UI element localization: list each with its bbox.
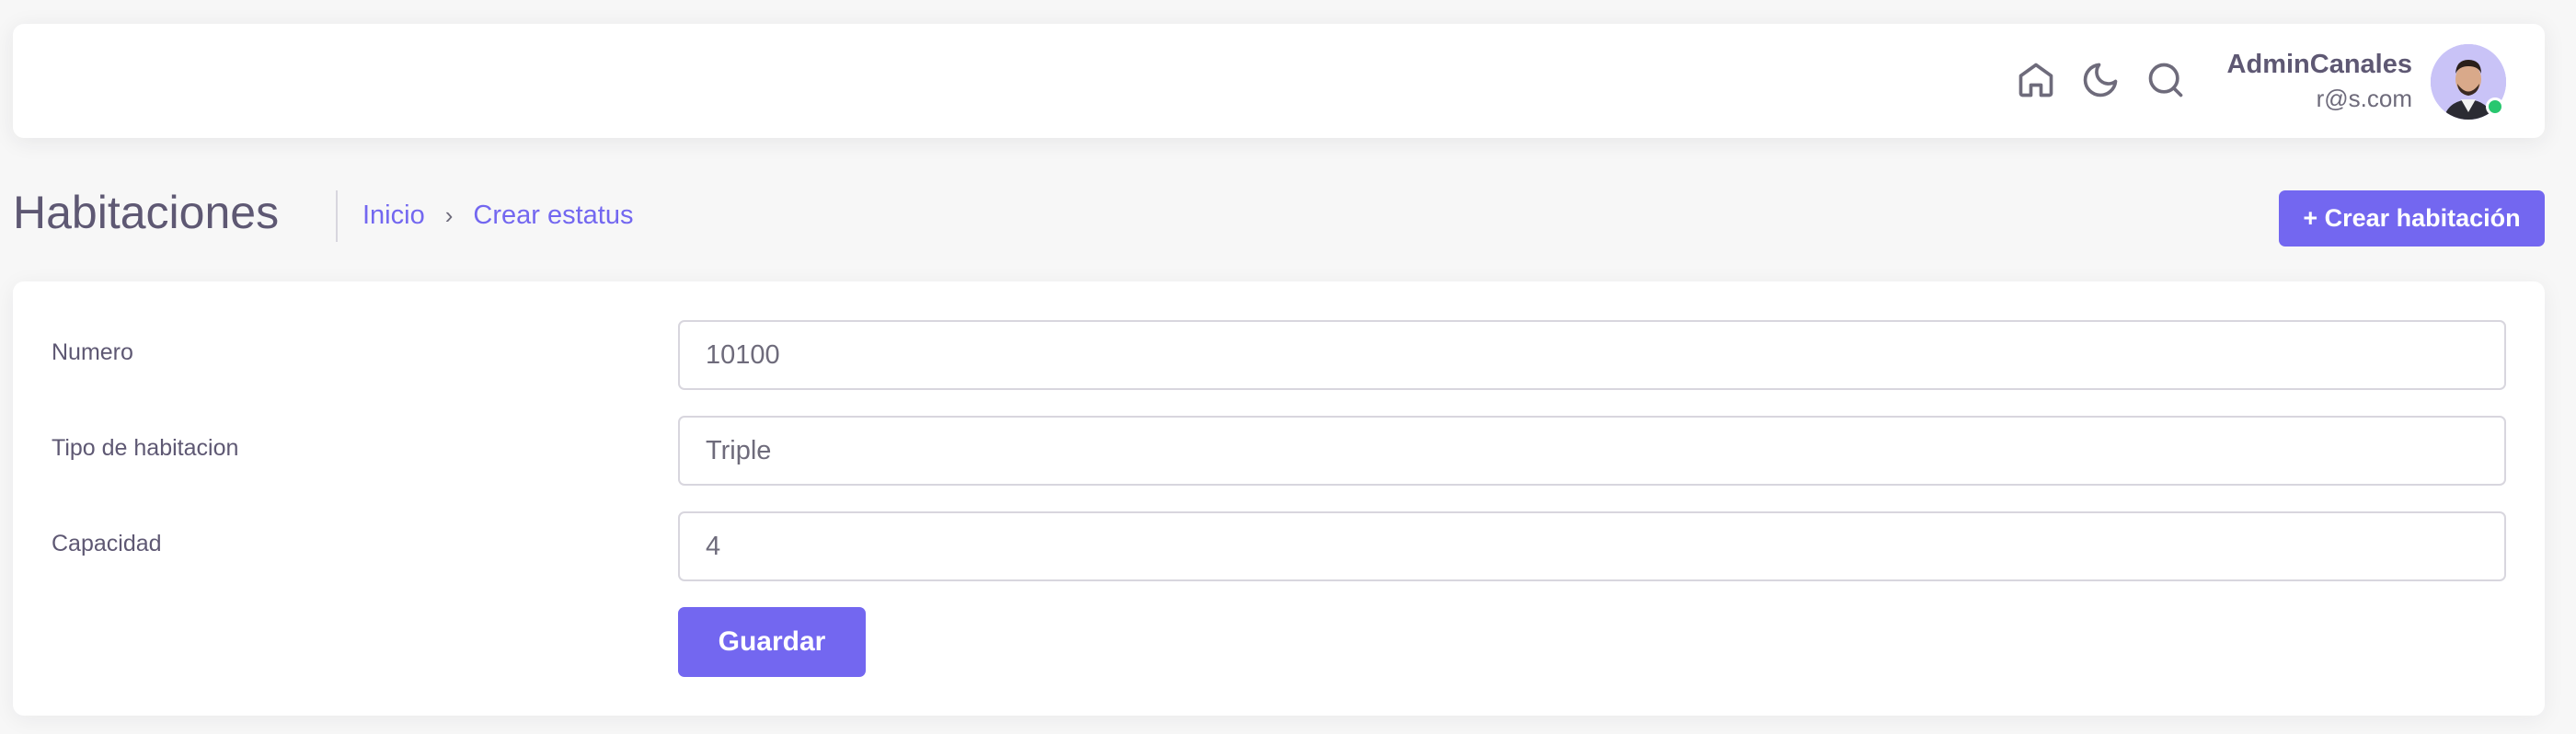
avatar[interactable] <box>2431 44 2506 120</box>
user-name: AdminCanales <box>2226 50 2412 79</box>
tipo-habitacion-input[interactable]: Triple <box>678 416 2506 486</box>
save-button[interactable]: Guardar <box>678 607 866 677</box>
capacidad-label: Capacidad <box>52 531 162 556</box>
breadcrumb: Inicio › Crear estatus <box>362 201 633 231</box>
user-email: r@s.com <box>2316 85 2412 112</box>
breadcrumb-home-link[interactable]: Inicio <box>362 201 425 231</box>
numero-label: Numero <box>52 339 133 365</box>
create-room-button[interactable]: + Crear habitación <box>2279 190 2545 247</box>
chevron-right-icon: › <box>444 201 454 229</box>
online-status-dot <box>2486 97 2504 116</box>
capacidad-input[interactable]: 4 <box>678 511 2506 581</box>
breadcrumb-current-link[interactable]: Crear estatus <box>473 201 633 231</box>
search-icon[interactable] <box>2145 59 2187 101</box>
home-icon[interactable] <box>2015 59 2057 101</box>
moon-icon[interactable] <box>2079 59 2122 101</box>
title-divider <box>336 190 338 242</box>
page-title: Habitaciones <box>13 187 280 238</box>
numero-input[interactable]: 10100 <box>678 320 2506 390</box>
tipo-habitacion-label: Tipo de habitacion <box>52 435 239 461</box>
